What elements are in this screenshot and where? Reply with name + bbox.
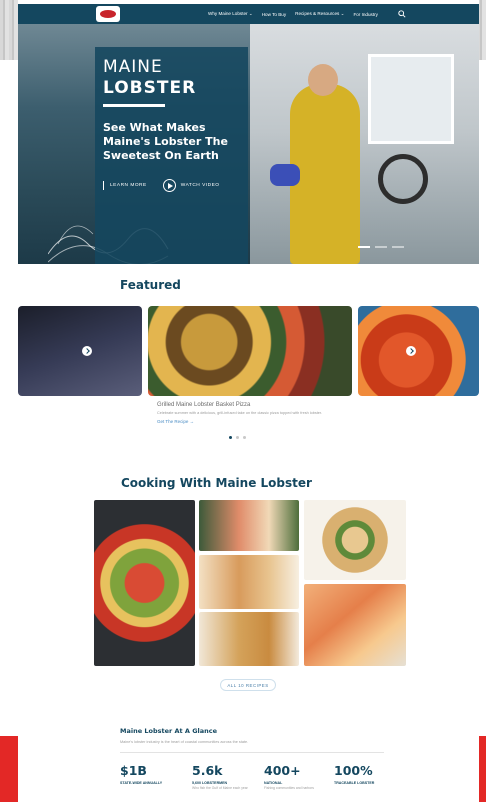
cooking-heading: Cooking With Maine Lobster	[121, 476, 312, 490]
hero-slide-indicators	[358, 246, 404, 248]
hero-divider	[103, 104, 165, 107]
ship-wheel	[378, 154, 428, 204]
carousel-dots	[229, 436, 246, 439]
hero-slide-dot[interactable]	[375, 246, 387, 248]
red-edge-right	[479, 736, 486, 802]
nav-link-how-to-buy[interactable]: How To Buy	[262, 12, 286, 17]
site-canvas: Why Maine Lobster ⌄ How To Buy Recipes &…	[18, 0, 479, 802]
hero-tagline: See What Makes Maine's Lobster The Sweet…	[103, 121, 228, 162]
brand-logo[interactable]	[96, 6, 120, 22]
nav-link-industry[interactable]: For Industry	[353, 12, 378, 17]
featured-carousel	[18, 306, 479, 398]
boat-photo	[250, 24, 479, 264]
nav-link-recipes[interactable]: Recipes & Resources ⌄	[295, 11, 344, 17]
recipe-tacos[interactable]	[199, 555, 299, 609]
hero-title-maine: MAINE	[103, 57, 163, 77]
hero-slide-dot[interactable]	[392, 246, 404, 248]
search-icon[interactable]	[398, 10, 406, 18]
stat-note: Fishing communities and harbors	[264, 786, 314, 790]
hero-slide-dot[interactable]	[358, 246, 370, 248]
recipe-lobster-roll[interactable]	[304, 584, 406, 666]
stat-number: 100%	[334, 763, 373, 778]
recipe-rolls[interactable]	[199, 500, 299, 551]
stat-number: 400+	[264, 763, 301, 778]
caption-title[interactable]: Grilled Maine Lobster Basket Pizza	[157, 402, 357, 408]
featured-heading: Featured	[120, 278, 181, 292]
play-icon	[162, 179, 176, 192]
hero-title-lobster: LOBSTER	[103, 78, 197, 98]
top-nav: Why Maine Lobster ⌄ How To Buy Recipes &…	[18, 4, 479, 24]
learn-more-button[interactable]: LEARN MORE	[103, 181, 153, 190]
boat-window	[368, 54, 454, 144]
fisherman-figure	[290, 84, 360, 264]
arrow-right-icon[interactable]	[82, 346, 92, 356]
glance-heading: Maine Lobster At A Glance	[120, 727, 218, 735]
watch-video-label: WATCH VIDEO	[180, 183, 220, 188]
featured-caption: Grilled Maine Lobster Basket Pizza Celeb…	[157, 402, 357, 424]
nav-link-why[interactable]: Why Maine Lobster ⌄	[208, 11, 253, 17]
caption-description: Celebrate summer with a delicious, grill…	[157, 411, 323, 415]
card-rocks[interactable]	[18, 306, 142, 396]
stat-label: STATE-WIDE ANNUALLY	[120, 781, 163, 785]
arrow-right-icon[interactable]	[406, 346, 416, 356]
stat-number: $1B	[120, 763, 147, 778]
recipe-stuffed-shells[interactable]	[304, 500, 406, 580]
stat-item: 100% TRACEABLE LOBSTER	[334, 763, 392, 786]
fisherman-glove	[270, 164, 300, 186]
stat-number: 5.6k	[192, 763, 223, 778]
recipe-salad[interactable]	[94, 500, 195, 666]
glance-subtitle: Maine's lobster industry is the heart of…	[120, 740, 249, 744]
stat-label: TRACEABLE LOBSTER	[334, 781, 375, 785]
hero-cta-row: LEARN MORE WATCH VIDEO	[103, 179, 240, 192]
all-recipes-button[interactable]: ALL 10 RECIPES	[220, 679, 276, 691]
hero-card: MAINE LOBSTER See What Makes Maine's Lob…	[95, 47, 248, 264]
stat-item: 5.6k 5,600 LOBSTERMEN Who fish the Gulf …	[192, 763, 250, 791]
glance-divider	[120, 752, 384, 753]
stat-note: Who fish the Gulf of Maine each year	[192, 786, 248, 790]
fisherman-head	[308, 64, 338, 96]
hero-banner: MAINE LOBSTER See What Makes Maine's Lob…	[18, 24, 479, 264]
stat-item: $1B STATE-WIDE ANNUALLY	[120, 763, 178, 786]
nav-links: Why Maine Lobster ⌄ How To Buy Recipes &…	[208, 4, 378, 24]
caption-link[interactable]: Get The Recipe →	[157, 419, 357, 424]
card-lobsters[interactable]	[358, 306, 479, 396]
red-edge-left	[0, 736, 18, 802]
stat-item: 400+ NATIONAL Fishing communities and ha…	[264, 763, 322, 791]
carousel-dot[interactable]	[243, 436, 246, 439]
carousel-dot[interactable]	[236, 436, 239, 439]
watch-video-button[interactable]: WATCH VIDEO	[162, 179, 220, 192]
card-lobster-bake[interactable]	[148, 306, 352, 396]
carousel-dot[interactable]	[229, 436, 232, 439]
recipe-pastry[interactable]	[199, 612, 299, 666]
